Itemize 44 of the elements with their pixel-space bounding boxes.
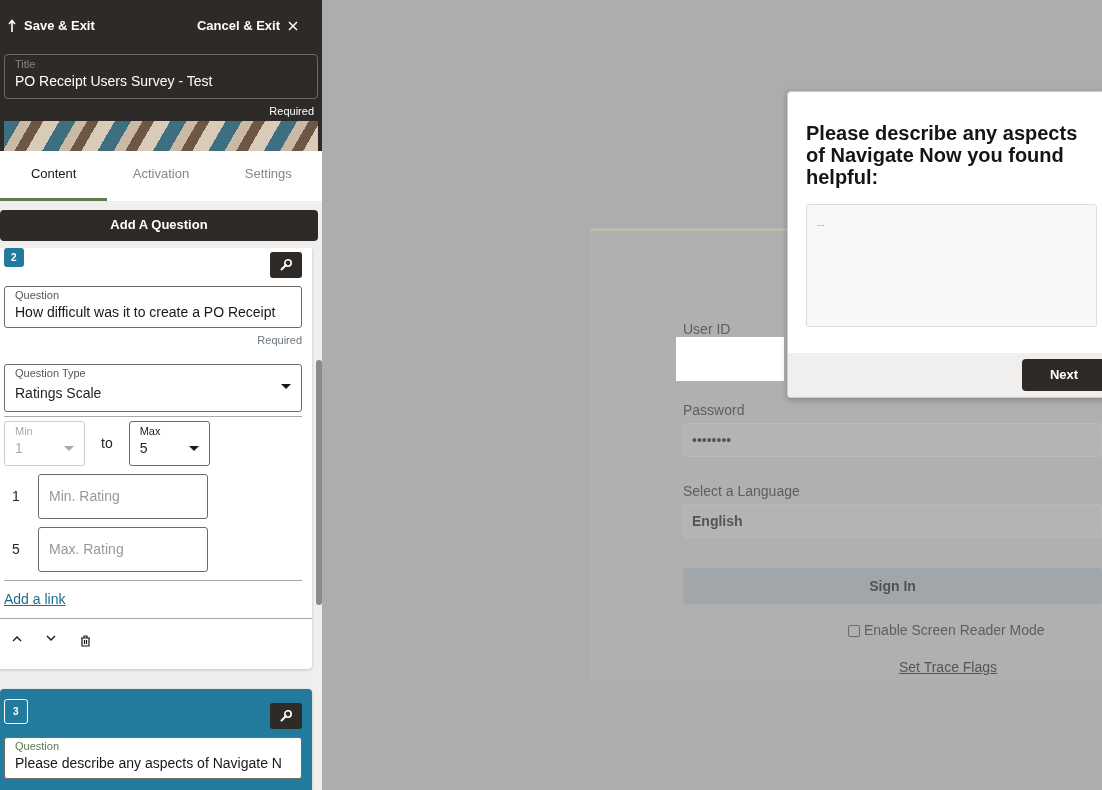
delete-button[interactable] [80, 634, 91, 647]
rating-number: 5 [12, 539, 21, 559]
caret-icon [64, 445, 74, 451]
trace-flags-link[interactable]: Set Trace Flags [899, 657, 998, 678]
rating-label-field[interactable]: Max. Rating [38, 526, 208, 572]
add-question-button[interactable]: Add A Question [0, 209, 318, 241]
trash-icon [80, 634, 91, 647]
wrench-icon [280, 709, 292, 722]
chevron-up-icon [12, 634, 22, 642]
cancel-exit-button[interactable]: Cancel & Exit [192, 14, 302, 38]
title-field[interactable]: Title PO Receipt Users Survey - Test [4, 53, 318, 99]
required-hint: Required [256, 332, 302, 348]
add-link[interactable]: Add a link [4, 590, 66, 607]
rating-number: 1 [12, 486, 21, 506]
question-type-select[interactable]: Question Type Ratings Scale [4, 364, 302, 412]
answer-box[interactable]: ... [806, 204, 1097, 327]
question-field[interactable]: Question Please describe any aspects of Navigate N [4, 736, 302, 780]
password-field[interactable]: •••••••• [683, 423, 1102, 457]
max-select[interactable]: Max 5 [128, 420, 210, 466]
caret-icon [281, 384, 291, 390]
language-select[interactable]: English [683, 504, 1102, 538]
checkbox[interactable] [848, 624, 860, 637]
wrench-button[interactable] [270, 251, 302, 278]
wrench-button[interactable] [270, 702, 302, 729]
dialog-question: Please describe any aspects of Navigate Now you found helpful: [806, 122, 1079, 188]
required-hint: Required [268, 103, 314, 119]
next-button[interactable]: Next [1022, 359, 1102, 391]
range-separator: to [101, 433, 113, 453]
checkbox-label: Enable Screen Reader Mode [864, 621, 1045, 640]
scrollbar[interactable] [316, 360, 322, 605]
question-field[interactable]: Question How difficult was it to create a PO Receipt [4, 285, 302, 328]
question-number: 2 [4, 247, 24, 267]
rating-label-field[interactable]: Min. Rating [38, 473, 208, 519]
field-label: User ID [683, 320, 732, 339]
question-card[interactable]: 3 Question Please describe any aspects of Navigate N [0, 688, 312, 790]
close-icon [288, 20, 298, 31]
field-label: Password [683, 401, 746, 420]
caret-icon [188, 445, 199, 451]
question-number: 3 [4, 698, 28, 724]
up-arrow-icon [8, 19, 16, 33]
field-label: Select a Language [683, 482, 801, 501]
wrench-icon [280, 258, 292, 271]
save-exit-button[interactable]: Save & Exit [4, 14, 99, 38]
chevron-down-icon [46, 634, 56, 642]
